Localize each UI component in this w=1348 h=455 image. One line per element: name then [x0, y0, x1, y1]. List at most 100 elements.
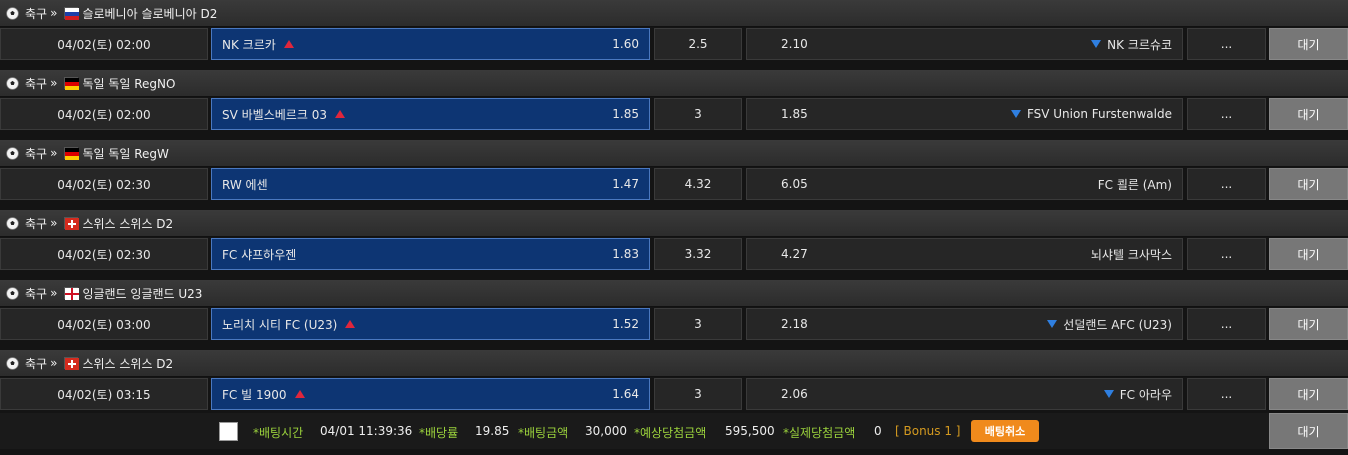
match-row: 04/02(토) 03:00 노리치 시티 FC (U23) 1.52 3 2.18 선덜…: [0, 306, 1348, 342]
home-odds: 1.52: [612, 317, 639, 331]
odds-down-arrow-icon: [1091, 40, 1102, 48]
match-row: 04/02(토) 02:30 FC 샤프하우젠 1.83 3.32 4.27 뇌샤텔 크사…: [0, 236, 1348, 272]
breadcrumb-separator: »: [50, 146, 58, 160]
away-team-name: 뇌샤텔 크사막스: [1090, 247, 1172, 262]
more-options-button[interactable]: ...: [1187, 378, 1266, 410]
match-row: 04/02(토) 03:15 FC 빌 1900 1.64 3 2.06 FC 아라우..…: [0, 376, 1348, 412]
away-odds: 4.27: [781, 247, 808, 261]
match-time: 04/02(토) 03:15: [0, 378, 208, 410]
draw-odds-button[interactable]: 2.5: [654, 28, 742, 60]
bet-time-value: 04/01 11:39:36: [320, 424, 413, 438]
away-odds: 1.85: [781, 107, 808, 121]
away-bet-button[interactable]: 4.27 뇌샤텔 크사막스: [746, 238, 1183, 270]
more-options-button[interactable]: ...: [1187, 238, 1266, 270]
away-bet-button[interactable]: 6.05 FC 쾰른 (Am): [746, 168, 1183, 200]
more-options-button[interactable]: ...: [1187, 308, 1266, 340]
amount-value: 30,000: [585, 424, 627, 438]
home-bet-button[interactable]: NK 크르카 1.60: [211, 28, 650, 60]
home-bet-button[interactable]: RW 에센 1.47: [211, 168, 650, 200]
league-name: 독일 독일 RegNO: [82, 76, 176, 91]
odds-up-arrow-icon: [294, 390, 305, 398]
home-odds: 1.60: [612, 37, 639, 51]
soccer-ball-icon: [6, 356, 19, 370]
more-options-button[interactable]: ...: [1187, 98, 1266, 130]
draw-odds-button[interactable]: 3: [654, 98, 742, 130]
home-bet-button[interactable]: FC 샤프하우젠 1.83: [211, 238, 650, 270]
bet-summary-footer: *배팅시간 04/01 11:39:36 *배당률 19.85 *배팅금액 30…: [0, 413, 1348, 449]
status-button[interactable]: 대기: [1269, 378, 1348, 410]
home-odds: 1.83: [612, 247, 639, 261]
select-checkbox[interactable]: [219, 422, 238, 441]
match-time: 04/02(토) 02:00: [0, 98, 208, 130]
home-odds: 1.85: [612, 107, 639, 121]
breadcrumb-separator: »: [50, 216, 58, 230]
home-bet-button[interactable]: SV 바벨스베르크 03 1.85: [211, 98, 650, 130]
status-button[interactable]: 대기: [1269, 28, 1348, 60]
league-header: 축구» 슬로베니아 슬로베니아 D2: [0, 0, 1348, 27]
home-odds: 1.64: [612, 387, 639, 401]
match-row: 04/02(토) 02:30 RW 에센 1.47 4.32 6.05 FC 쾰른 (Am…: [0, 166, 1348, 202]
expected-win-value: 595,500: [725, 424, 775, 438]
bet-time-label: *배팅시간: [253, 426, 304, 440]
sport-label: 축구: [25, 286, 48, 301]
odds-up-arrow-icon: [334, 110, 345, 118]
switzerland-flag-icon: [64, 217, 80, 230]
odds-down-arrow-icon: [1010, 110, 1021, 118]
league-header: 축구» 독일 독일 RegW: [0, 140, 1348, 167]
sport-label: 축구: [25, 356, 48, 371]
away-odds: 6.05: [781, 177, 808, 191]
bonus-badge: [ Bonus 1 ]: [895, 424, 961, 438]
league-header: 축구» 스위스 스위스 D2: [0, 350, 1348, 377]
match-time: 04/02(토) 03:00: [0, 308, 208, 340]
sport-label: 축구: [25, 216, 48, 231]
away-bet-button[interactable]: 2.10 NK 크르슈코: [746, 28, 1183, 60]
away-team-name: FC 쾰른 (Am): [1097, 177, 1172, 192]
breadcrumb-separator: »: [50, 6, 58, 20]
draw-odds-button[interactable]: 3.32: [654, 238, 742, 270]
germany-flag-icon: [64, 77, 80, 90]
home-bet-button[interactable]: FC 빌 1900 1.64: [211, 378, 650, 410]
league-name: 스위스 스위스 D2: [82, 216, 174, 231]
away-odds: 2.06: [781, 387, 808, 401]
away-team-name: FC 아라우: [1119, 387, 1172, 402]
home-bet-button[interactable]: 노리치 시티 FC (U23) 1.52: [211, 308, 650, 340]
away-bet-button[interactable]: 2.06 FC 아라우: [746, 378, 1183, 410]
footer-status-button[interactable]: 대기: [1269, 413, 1348, 449]
status-button[interactable]: 대기: [1269, 168, 1348, 200]
soccer-ball-icon: [6, 146, 19, 160]
more-options-button[interactable]: ...: [1187, 168, 1266, 200]
status-button[interactable]: 대기: [1269, 98, 1348, 130]
odds-down-arrow-icon: [1047, 320, 1058, 328]
home-team-name: 노리치 시티 FC (U23): [222, 317, 338, 332]
status-button[interactable]: 대기: [1269, 308, 1348, 340]
soccer-ball-icon: [6, 216, 19, 230]
away-team-name: FSV Union Furstenwalde: [1026, 107, 1172, 121]
match-time: 04/02(토) 02:00: [0, 28, 208, 60]
league-header: 축구» 독일 독일 RegNO: [0, 70, 1348, 97]
more-options-button[interactable]: ...: [1187, 28, 1266, 60]
match-time: 04/02(토) 02:30: [0, 168, 208, 200]
match-row: 04/02(토) 02:00 NK 크르카 1.60 2.5 2.10 NK 크르슈코..…: [0, 26, 1348, 62]
home-team-name: NK 크르카: [222, 37, 276, 52]
home-team-name: FC 샤프하우젠: [222, 247, 297, 262]
league-header: 축구» 스위스 스위스 D2: [0, 210, 1348, 237]
away-bet-button[interactable]: 1.85 FSV Union Furstenwalde: [746, 98, 1183, 130]
draw-odds-button[interactable]: 3: [654, 308, 742, 340]
league-name: 잉글랜드 잉글랜드 U23: [82, 286, 203, 301]
league-header: 축구» 잉글랜드 잉글랜드 U23: [0, 280, 1348, 307]
soccer-ball-icon: [6, 76, 19, 90]
home-team-name: FC 빌 1900: [222, 387, 287, 402]
slovenia-flag-icon: [64, 7, 80, 20]
draw-odds-button[interactable]: 3: [654, 378, 742, 410]
home-team-name: RW 에센: [222, 177, 268, 192]
status-button[interactable]: 대기: [1269, 238, 1348, 270]
sport-label: 축구: [25, 6, 48, 21]
odds-value: 19.85: [475, 424, 510, 438]
draw-odds-button[interactable]: 4.32: [654, 168, 742, 200]
away-bet-button[interactable]: 2.18 선덜랜드 AFC (U23): [746, 308, 1183, 340]
actual-win-value: 0: [874, 424, 882, 438]
odds-up-arrow-icon: [283, 40, 294, 48]
odds-label: *배당률: [419, 426, 459, 440]
cancel-bet-button[interactable]: 배팅취소: [971, 420, 1039, 442]
england-flag-icon: [64, 287, 80, 300]
